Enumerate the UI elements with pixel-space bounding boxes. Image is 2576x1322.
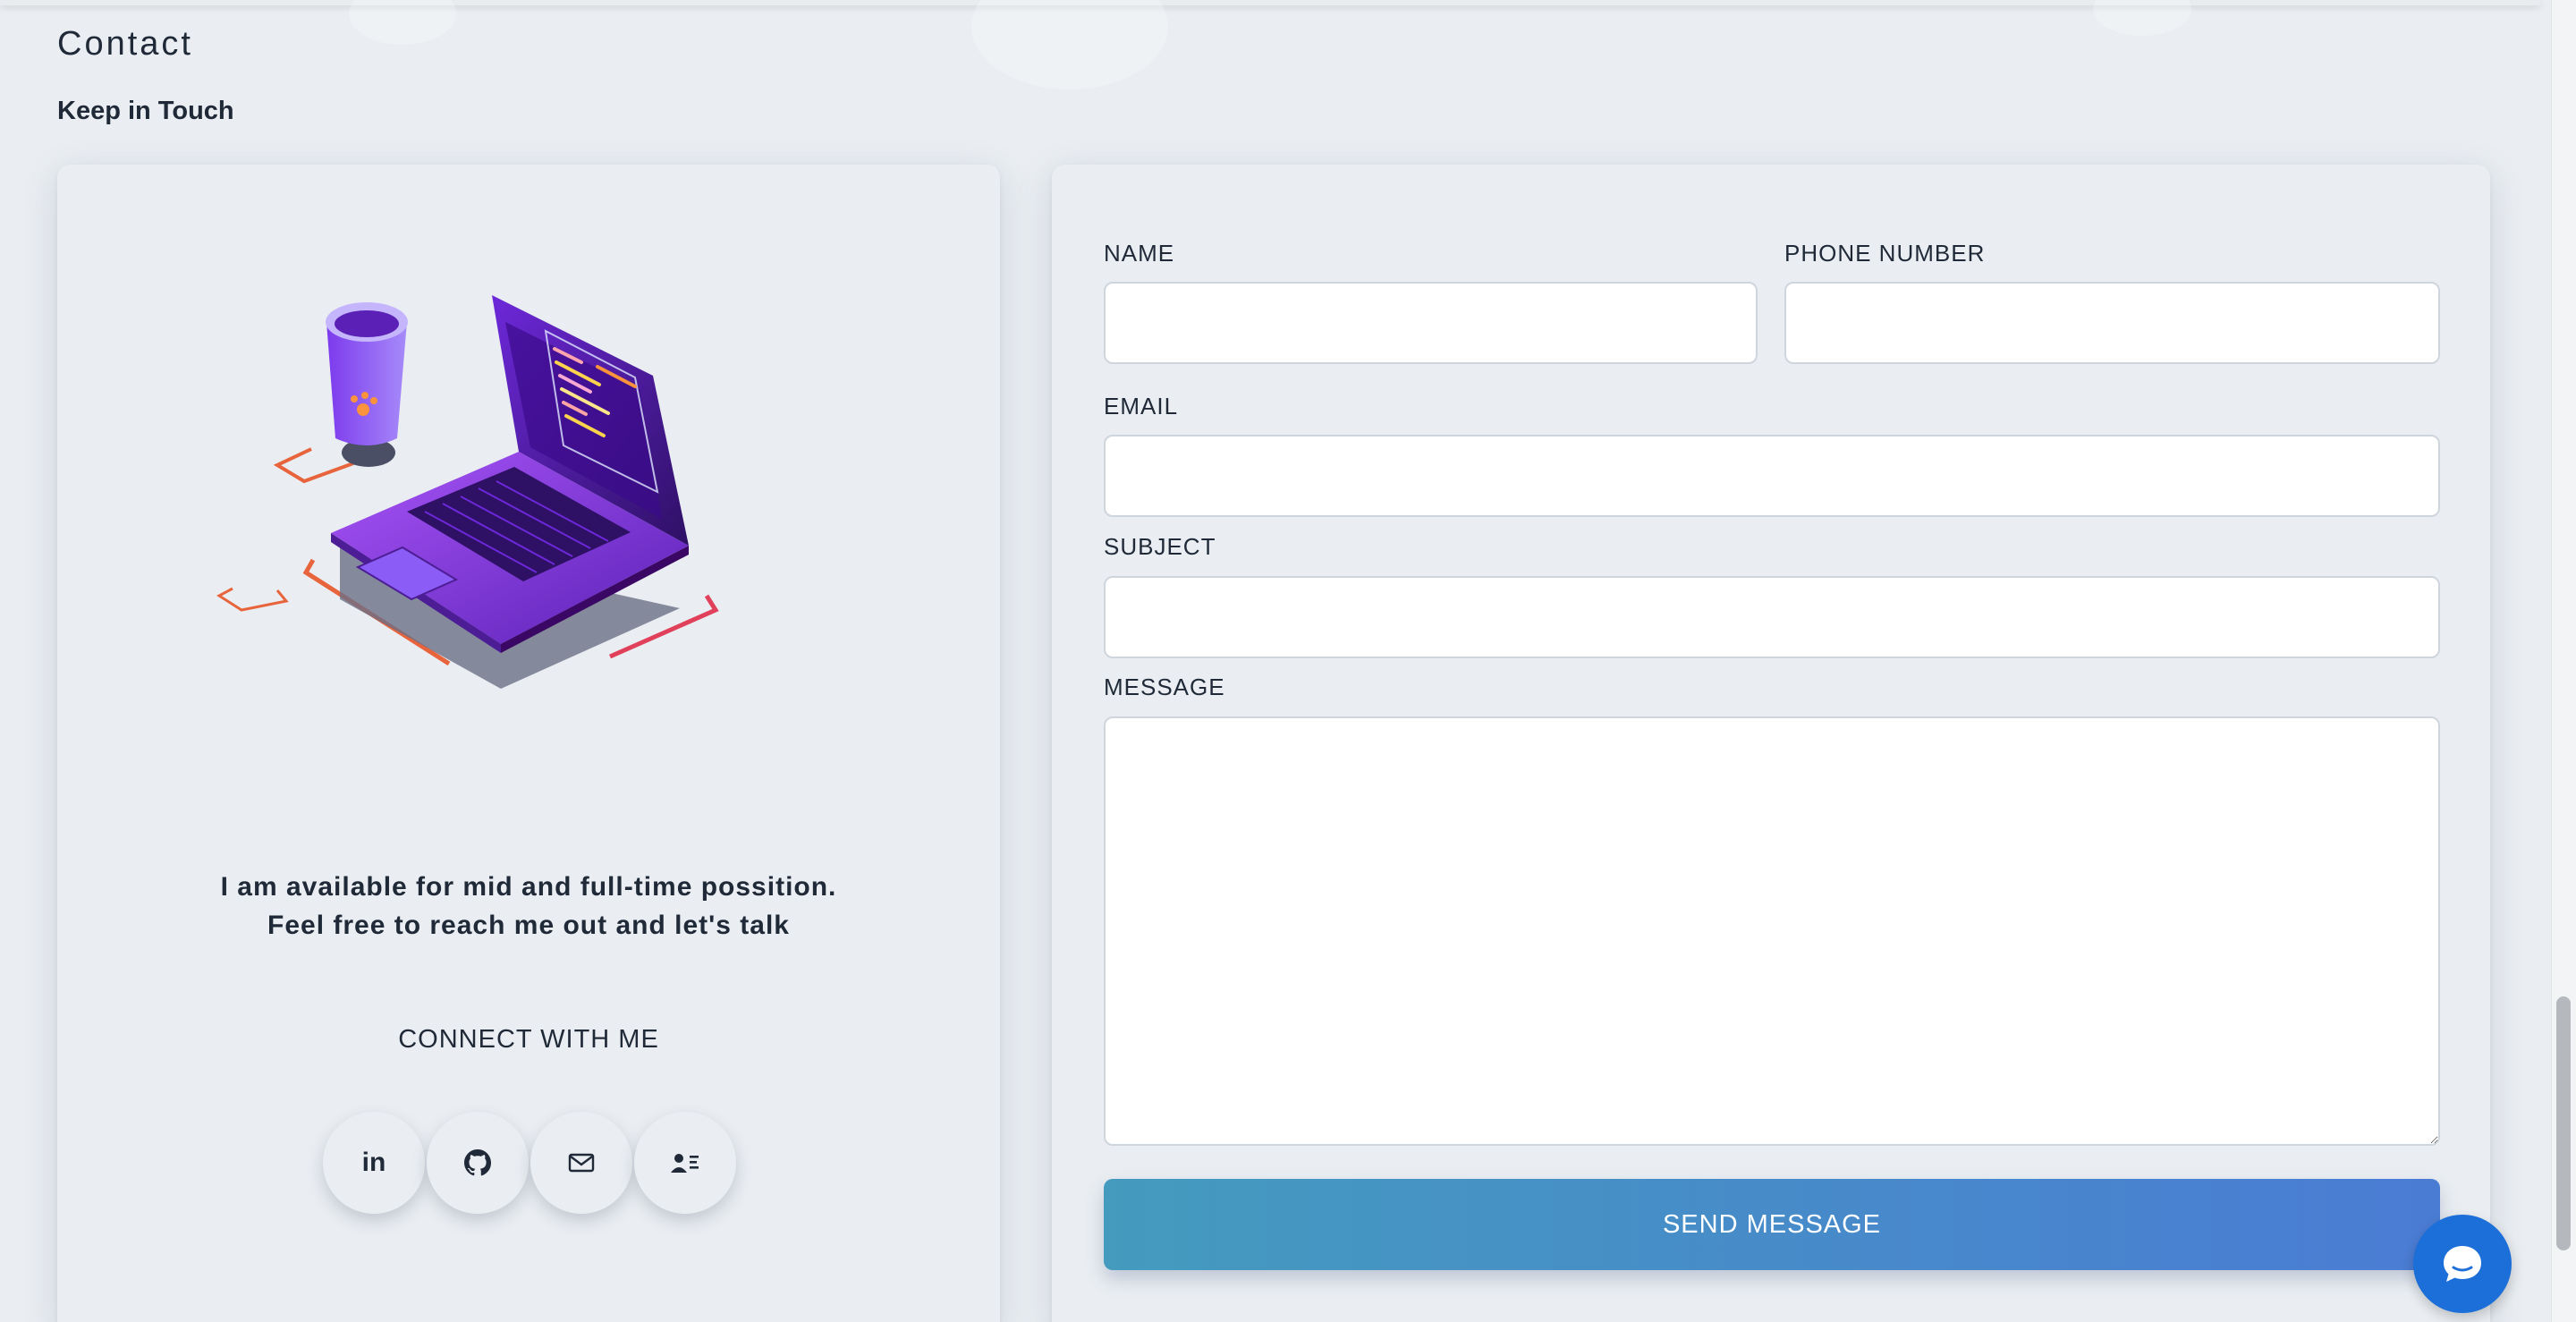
laptop-coffee-illustration bbox=[216, 295, 719, 689]
message-label: MESSAGE bbox=[1104, 674, 1225, 700]
email-button[interactable] bbox=[530, 1112, 632, 1214]
github-button[interactable] bbox=[427, 1112, 529, 1214]
phone-input[interactable] bbox=[1784, 282, 2440, 364]
contact-page: Contact Keep in Touch I am available for… bbox=[0, 0, 2576, 1322]
send-message-button[interactable]: SEND MESSAGE bbox=[1104, 1179, 2440, 1270]
subject-label: SUBJECT bbox=[1104, 533, 1216, 560]
contact-card-button[interactable] bbox=[634, 1112, 736, 1214]
background-bubble bbox=[349, 0, 456, 45]
chat-widget-button[interactable] bbox=[2413, 1215, 2512, 1313]
section-title: Contact bbox=[57, 25, 193, 63]
connect-heading: CONNECT WITH ME bbox=[398, 1025, 659, 1054]
scrollbar-thumb[interactable] bbox=[2556, 996, 2571, 1250]
name-label: NAME bbox=[1104, 240, 1175, 267]
name-input[interactable] bbox=[1104, 282, 1758, 364]
message-textarea[interactable] bbox=[1104, 716, 2440, 1146]
linkedin-button[interactable]: in bbox=[323, 1112, 425, 1214]
social-links: in bbox=[323, 1112, 738, 1214]
email-input[interactable] bbox=[1104, 435, 2440, 517]
chat-bubble-icon bbox=[2444, 1246, 2481, 1282]
phone-label: PHONE NUMBER bbox=[1784, 240, 1986, 267]
background-bubble bbox=[2093, 0, 2191, 36]
background-bubble bbox=[971, 0, 1168, 89]
email-label: EMAIL bbox=[1104, 393, 1179, 419]
availability-line-1: I am available for mid and full-time pos… bbox=[220, 872, 837, 902]
contact-card-icon bbox=[671, 1154, 699, 1173]
mail-icon bbox=[568, 1153, 595, 1173]
linkedin-icon: in bbox=[361, 1148, 386, 1177]
section-subtitle: Keep in Touch bbox=[57, 97, 234, 125]
availability-text: I am available for mid and full-time pos… bbox=[57, 868, 1000, 945]
availability-line-2: Feel free to reach me out and let's talk bbox=[267, 911, 790, 940]
github-icon bbox=[464, 1149, 491, 1176]
subject-input[interactable] bbox=[1104, 576, 2440, 658]
